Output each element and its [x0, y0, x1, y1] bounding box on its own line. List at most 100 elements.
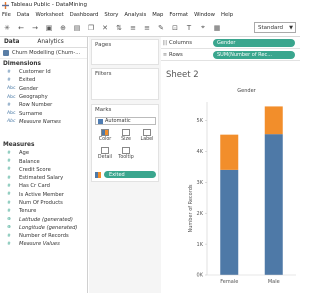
bar-male-exited-1: [264, 106, 283, 135]
dimension-field[interactable]: # Exited: [0, 76, 87, 84]
menu-window[interactable]: Window: [194, 12, 215, 18]
measure-field-label: Tenure: [19, 208, 37, 215]
measure-field[interactable]: # Tenure: [0, 207, 87, 215]
tableau-icon[interactable]: ✳: [2, 23, 12, 33]
size-label: Size: [121, 137, 131, 142]
fit-select[interactable]: Standard ▼: [254, 22, 296, 33]
dimension-field[interactable]: # Customer Id: [0, 68, 87, 76]
menu-data[interactable]: Data: [17, 12, 30, 18]
menu-file[interactable]: File: [2, 12, 11, 18]
measure-field-label: Longitude (generated): [19, 224, 78, 231]
number-type-icon: #: [7, 175, 11, 181]
sort-ascending-icon[interactable]: ≡: [128, 23, 138, 33]
color-button[interactable]: Color: [95, 129, 115, 143]
title-bar: Tableau Public - DataMining: [0, 0, 300, 10]
dimension-field-label: Geography: [19, 94, 48, 101]
bar-mark-icon: [98, 119, 103, 124]
measure-field-label: Measure Values: [19, 241, 60, 248]
detail-icon: [101, 147, 109, 154]
labels-icon[interactable]: T: [184, 23, 194, 33]
label-button[interactable]: Label: [137, 129, 157, 143]
columns-pill-gender[interactable]: Gender: [213, 39, 295, 47]
tab-analytics[interactable]: Analytics: [37, 39, 63, 45]
measure-field[interactable]: ⊕ Longitude (generated): [0, 224, 87, 232]
color-icon: [101, 129, 109, 136]
number-type-icon: #: [7, 150, 11, 156]
number-type-icon: #: [7, 167, 11, 173]
measure-field[interactable]: # Is Active Member: [0, 191, 87, 199]
mark-type-select[interactable]: Automatic: [95, 117, 156, 125]
save-icon[interactable]: ▣: [44, 23, 54, 33]
string-type-icon: Abc: [7, 86, 16, 92]
globe-icon: ⊕: [7, 225, 11, 231]
dimensions-header: Dimensions: [3, 60, 41, 67]
undo-icon[interactable]: ←: [16, 23, 26, 33]
measure-field[interactable]: ⊕ Latitude (generated): [0, 215, 87, 223]
data-source-item[interactable]: Churn Modelling (Churn-...: [0, 48, 87, 59]
measure-field[interactable]: # Age: [0, 149, 87, 157]
redo-icon[interactable]: →: [30, 23, 40, 33]
menu-analysis[interactable]: Analysis: [124, 12, 146, 18]
dimension-field-label: Surname: [19, 110, 43, 117]
data-source-label: Churn Modelling (Churn-...: [12, 50, 81, 56]
clear-sheet-icon[interactable]: ✕: [100, 23, 110, 33]
number-type-icon: #: [7, 183, 11, 189]
stacked-bar-chart: 0K 1K 2K 3K 4K 5K Number of Records Female Male: [188, 102, 296, 285]
menu-help[interactable]: Help: [221, 12, 233, 18]
dimension-field[interactable]: Abc Measure Names: [0, 118, 87, 126]
measure-field[interactable]: # Credit Score: [0, 166, 87, 174]
dimension-field-label: Gender: [19, 85, 39, 92]
measure-field[interactable]: # Balance: [0, 157, 87, 165]
marks-card: Marks Automatic Color Size Label Detail: [91, 104, 159, 182]
detail-label: Detail: [97, 155, 113, 160]
tooltip-button[interactable]: Tooltip: [116, 147, 136, 161]
label-icon: [143, 129, 151, 136]
measure-field[interactable]: # Number of Records: [0, 232, 87, 240]
fit-select-value: Standard: [258, 24, 284, 31]
dimension-field[interactable]: Abc Gender: [0, 85, 87, 93]
menu-story[interactable]: Story: [104, 12, 118, 18]
new-worksheet-icon[interactable]: ▤: [72, 23, 82, 33]
detail-button[interactable]: Detail: [95, 147, 115, 161]
measures-header: Measures: [3, 141, 35, 148]
rows-shelf[interactable]: ≡ Rows SUM(Number of Rec...: [161, 50, 300, 61]
number-type-icon: #: [7, 192, 11, 198]
fix-axes-icon[interactable]: ⌖: [198, 23, 208, 33]
menu-worksheet[interactable]: Worksheet: [36, 12, 64, 18]
highlight-icon[interactable]: ✎: [156, 23, 166, 33]
measures-list: # Age # Balance # Credit Score # Estimated Sala…: [0, 149, 87, 249]
bar-male-exited-0: [264, 134, 283, 275]
dimension-field[interactable]: Abc Geography: [0, 93, 87, 101]
menu-format[interactable]: Format: [169, 12, 188, 18]
exited-color-pill[interactable]: Exited: [104, 171, 156, 178]
mark-type-value: Automatic: [105, 118, 131, 124]
x-category-label: Female: [220, 279, 238, 285]
tab-data[interactable]: Data: [4, 39, 19, 45]
group-icon[interactable]: ⊡: [170, 23, 180, 33]
y-tick-label: 0K: [197, 273, 204, 279]
measure-field[interactable]: # Has Cr Card: [0, 182, 87, 190]
measure-field[interactable]: # Estimated Salary: [0, 174, 87, 182]
size-button[interactable]: Size: [116, 129, 136, 143]
swap-icon[interactable]: ⇅: [114, 23, 124, 33]
shelves: ||| Columns Gender ≡ Rows SUM(Number of …: [161, 37, 300, 62]
measure-field-label: Balance: [19, 158, 40, 165]
dimension-field[interactable]: # Row Number: [0, 101, 87, 109]
new-data-source-icon[interactable]: ⊕: [58, 23, 68, 33]
menu-map[interactable]: Map: [152, 12, 163, 18]
measure-field[interactable]: # Measure Values: [0, 240, 87, 248]
dimension-field[interactable]: Abc Surname: [0, 109, 87, 117]
rows-pill-records[interactable]: SUM(Number of Rec...: [213, 51, 295, 59]
sort-descending-icon[interactable]: ≡: [142, 23, 152, 33]
size-icon: [122, 129, 130, 136]
filters-card[interactable]: Filters: [91, 68, 159, 100]
measure-field[interactable]: # Num Of Products: [0, 199, 87, 207]
measure-field-label: Credit Score: [19, 166, 51, 173]
menu-dashboard[interactable]: Dashboard: [70, 12, 99, 18]
presentation-icon[interactable]: ▦: [212, 23, 222, 33]
duplicate-icon[interactable]: ❐: [86, 23, 96, 33]
pages-card[interactable]: Pages: [91, 39, 159, 65]
columns-shelf[interactable]: ||| Columns Gender: [161, 38, 300, 49]
cards-pane: Pages Filters Marks Automatic Color Size…: [89, 37, 161, 293]
sheet-view: Sheet 2 Gender 0K 1K 2K 3K 4K 5K Number of Rec…: [161, 62, 300, 293]
